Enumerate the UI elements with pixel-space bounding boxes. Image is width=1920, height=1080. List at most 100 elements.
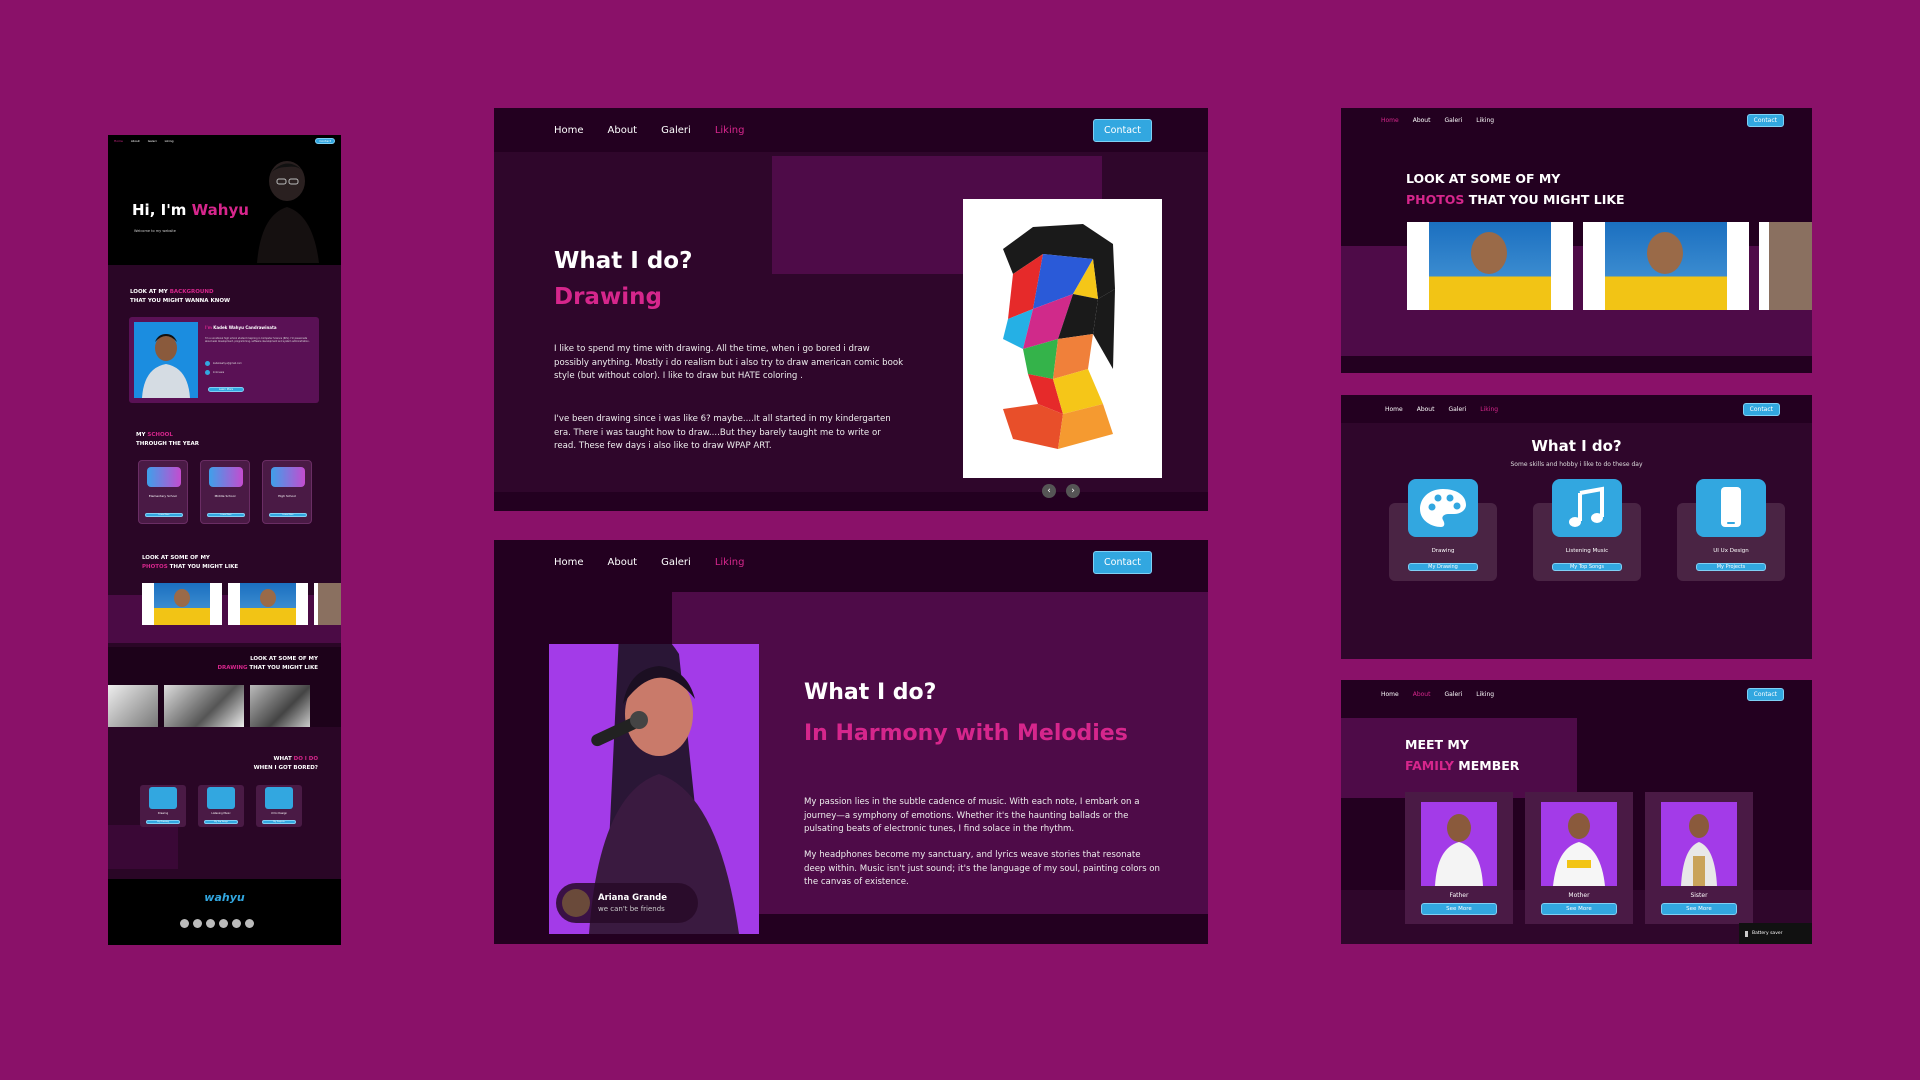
- nav-galeri[interactable]: Galeri: [1448, 406, 1466, 413]
- nav-liking[interactable]: Liking: [165, 139, 174, 143]
- photos-title-accent: PHOTOS: [1406, 192, 1465, 207]
- skill-button[interactable]: My Top Songs: [1552, 563, 1622, 571]
- school-learn-more-button[interactable]: Learn More: [207, 513, 245, 517]
- drawing-title-accent: DRAWING: [217, 665, 248, 671]
- school-title-line2: THROUGH THE YEAR: [136, 441, 200, 447]
- photo-card[interactable]: [1407, 222, 1573, 310]
- song-title: we can't be friends: [598, 905, 665, 913]
- photo-card[interactable]: [1759, 222, 1812, 310]
- skill-button[interactable]: My Drawing: [146, 820, 180, 824]
- nav-galeri[interactable]: Galeri: [661, 125, 691, 136]
- nav-home[interactable]: Home: [1381, 691, 1399, 698]
- facebook-icon[interactable]: [206, 919, 215, 928]
- photo-card[interactable]: [1583, 222, 1749, 310]
- section-subtitle: Drawing: [554, 284, 662, 310]
- hero-portrait: [247, 155, 327, 263]
- contact-button[interactable]: Contact: [1746, 113, 1784, 127]
- palette-icon: [149, 787, 177, 809]
- mobile-preview-panel: Home About Galeri Liking Contact Hi, I'm…: [108, 135, 341, 945]
- school-card: Elementary School Learn More: [138, 460, 188, 524]
- profile-learn-more-button[interactable]: Learn More: [208, 387, 244, 392]
- photos-panel: Home About Galeri Liking Contact LOOK AT…: [1341, 108, 1812, 373]
- discord-icon[interactable]: [219, 919, 228, 928]
- navbar: Home About Galeri Liking Contact: [1341, 395, 1812, 423]
- navbar: Home About Galeri Liking Contact: [1341, 108, 1812, 132]
- carousel-next-button[interactable]: ›: [1066, 484, 1080, 498]
- family-see-more-button[interactable]: See More: [1661, 903, 1737, 915]
- section-title-line2: THAT YOU MIGHT WANNA KNOW: [130, 298, 231, 304]
- nav-liking[interactable]: Liking: [715, 125, 745, 136]
- contact-button[interactable]: Contact: [1093, 118, 1152, 142]
- nav-liking[interactable]: Liking: [1480, 406, 1498, 413]
- phone-icon: [1696, 479, 1766, 537]
- nav-galeri[interactable]: Galeri: [661, 557, 691, 568]
- school-learn-more-button[interactable]: Learn More: [269, 513, 307, 517]
- carousel-prev-button[interactable]: ‹: [1042, 484, 1056, 498]
- nav-home[interactable]: Home: [554, 557, 584, 568]
- nav-about[interactable]: About: [1413, 117, 1431, 124]
- family-see-more-button[interactable]: See More: [1541, 903, 1617, 915]
- location-icon: [205, 370, 210, 375]
- skill-card: UI Ux Design My Projects: [1677, 479, 1785, 581]
- skill-card: Drawing My Drawing: [1389, 479, 1497, 581]
- photo-thumb[interactable]: [314, 583, 341, 625]
- hero-name: Wahyu: [191, 201, 249, 219]
- nav-galeri[interactable]: Galeri: [1444, 117, 1462, 124]
- profile-photo: [134, 322, 198, 398]
- photos-title: LOOK AT SOME OF MY: [142, 555, 210, 561]
- navbar: Home About Galeri Liking Contact: [1341, 680, 1812, 708]
- family-role: Father: [1449, 892, 1469, 899]
- photo-thumb[interactable]: [142, 583, 222, 625]
- drawing-thumb[interactable]: [108, 685, 158, 727]
- skill-label: Drawing: [157, 812, 169, 815]
- instagram-icon[interactable]: [193, 919, 202, 928]
- contact-button[interactable]: Contact: [1746, 687, 1784, 701]
- family-panel: Home About Galeri Liking Contact MEET MY…: [1341, 680, 1812, 944]
- nav-about[interactable]: About: [608, 557, 638, 568]
- skill-button[interactable]: My Projects: [262, 820, 296, 824]
- family-see-more-button[interactable]: See More: [1421, 903, 1497, 915]
- nav-liking[interactable]: Liking: [1476, 117, 1494, 124]
- contact-button[interactable]: Contact: [315, 138, 335, 144]
- github-icon[interactable]: [232, 919, 241, 928]
- nav-galeri[interactable]: Galeri: [1444, 691, 1462, 698]
- nav-home[interactable]: Home: [1381, 117, 1399, 124]
- drawing-thumb[interactable]: [164, 685, 244, 727]
- contact-button[interactable]: Contact: [1093, 550, 1152, 574]
- nav-about[interactable]: About: [131, 139, 140, 143]
- photo-thumb[interactable]: [228, 583, 308, 625]
- artist-name: Ariana Grande: [598, 893, 667, 903]
- drawing-panel: Home About Galeri Liking Contact What I …: [494, 108, 1208, 511]
- skill-button[interactable]: My Drawing: [1408, 563, 1478, 571]
- nav-home[interactable]: Home: [554, 125, 584, 136]
- drawing-thumb[interactable]: [250, 685, 310, 727]
- nav-about[interactable]: About: [1413, 691, 1431, 698]
- family-photo[interactable]: [1421, 802, 1497, 886]
- section-title: LOOK AT MY: [130, 289, 170, 295]
- whatsapp-icon[interactable]: [180, 919, 189, 928]
- family-photo[interactable]: [1661, 802, 1737, 886]
- telegram-icon[interactable]: [245, 919, 254, 928]
- school-icon: [147, 467, 181, 487]
- school-name: High School: [278, 494, 296, 498]
- skill-card: Drawing My Drawing: [140, 785, 186, 827]
- nav-galeri[interactable]: Galeri: [148, 139, 157, 143]
- school-card: High School Learn More: [262, 460, 312, 524]
- school-learn-more-button[interactable]: Learn More: [145, 513, 183, 517]
- toast-text: Battery saver: [1752, 931, 1783, 936]
- nav-home[interactable]: Home: [114, 139, 123, 143]
- nav-home[interactable]: Home: [1385, 406, 1403, 413]
- nav-liking[interactable]: Liking: [1476, 691, 1494, 698]
- nav-about[interactable]: About: [608, 125, 638, 136]
- skill-button[interactable]: My Projects: [1696, 563, 1766, 571]
- skill-label: Drawing: [1431, 548, 1455, 554]
- family-photo[interactable]: [1541, 802, 1617, 886]
- section-subtitle: Some skills and hobby i like to do these…: [1510, 461, 1643, 468]
- nav-liking[interactable]: Liking: [715, 557, 745, 568]
- skill-card: Listening Music My Top Songs: [1533, 479, 1641, 581]
- contact-button[interactable]: Contact: [1742, 402, 1780, 416]
- now-playing-card[interactable]: Ariana Grande we can't be friends: [556, 883, 698, 923]
- skill-button[interactable]: My Top Songs: [204, 820, 238, 824]
- nav-about[interactable]: About: [1417, 406, 1435, 413]
- wpap-artwork[interactable]: [963, 199, 1162, 478]
